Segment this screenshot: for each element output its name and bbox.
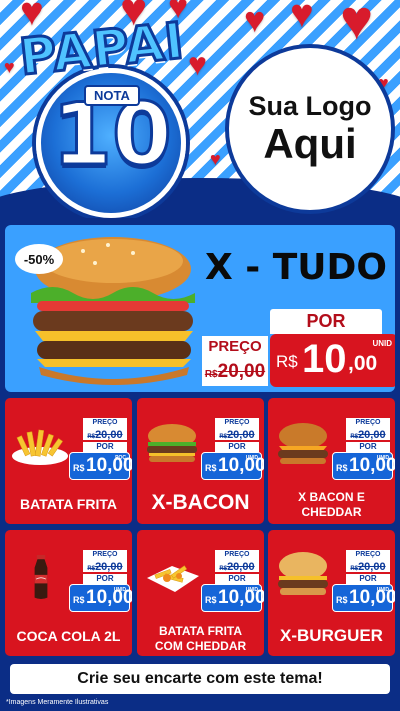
disclaimer: *Imagens Meramente Ilustrativas <box>6 699 109 706</box>
discount-badge: -50% <box>15 244 63 274</box>
new-price: R$ 10,00 POÇ <box>69 452 132 480</box>
old-currency: R$ <box>87 434 96 440</box>
old-price: R$20,00 <box>346 559 390 573</box>
product-name-line1: X BACON E <box>298 490 365 504</box>
old-price: R$20,00 <box>83 427 127 441</box>
heart-icon: ♥ <box>340 0 374 51</box>
price-unit: UNID <box>376 455 389 461</box>
logo-placeholder[interactable]: Sua Logo Aqui <box>225 44 395 214</box>
price-unit: UNID <box>113 587 126 593</box>
por-tag: POR <box>346 574 390 584</box>
currency: R$ <box>73 463 85 473</box>
new-price: R$ 10,00 UNID <box>69 584 132 612</box>
new-price: R$ 10 ,00 UNID <box>270 334 395 387</box>
old-value: 20,00 <box>95 429 123 441</box>
preco-label: PREÇO <box>202 336 268 358</box>
cta-button[interactable]: Crie seu encarte com este tema! <box>10 664 390 694</box>
preco-tag: PREÇO <box>215 550 259 559</box>
new-price: R$ 10,00 UNID <box>201 584 264 612</box>
heart-icon: ♥ <box>244 0 266 40</box>
burger-icon <box>278 423 328 464</box>
por-tag: POR <box>83 442 127 452</box>
product-name: BATATA FRITA <box>20 496 117 512</box>
old-value: 20,00 <box>227 429 255 441</box>
old-value: 20,00 <box>358 429 386 441</box>
currency: R$ <box>205 595 217 605</box>
new-price: R$ 10,00 UNID <box>201 452 264 480</box>
price-unit: UNID <box>245 587 258 593</box>
currency: R$ <box>336 595 348 605</box>
old-currency: R$ <box>204 369 218 380</box>
preco-tag: PREÇO <box>346 550 390 559</box>
heart-icon: ♥ <box>290 0 314 36</box>
currency: R$ <box>336 463 348 473</box>
price-unit: UNID <box>372 339 392 348</box>
currency: R$ <box>205 463 217 473</box>
currency: R$ <box>73 595 85 605</box>
preco-tag: PREÇO <box>346 418 390 427</box>
product-name-line1: BATATA FRITA <box>158 624 243 638</box>
product-name: X-BURGUER <box>280 626 383 645</box>
product-name-line2: COM CHEDDAR <box>154 639 247 653</box>
old-price: R$20,00 <box>83 559 127 573</box>
new-price: R$ 10,00 UNID <box>332 452 395 480</box>
product-card[interactable]: PREÇO R$20,00 POR R$ 10,00 UNID BATATA F… <box>137 530 264 656</box>
price-unit: POÇ <box>115 455 126 461</box>
old-currency: R$ <box>219 434 228 440</box>
product-card[interactable]: PREÇO R$20,00 POR R$ 10,00 UNID X-BACON <box>137 398 264 524</box>
old-price: R$20,00 <box>346 427 390 441</box>
papai-nota-10-badge: PAPAI 10 NOTA <box>6 10 198 218</box>
new-price: R$ 10,00 UNID <box>332 584 395 612</box>
old-currency: R$ <box>350 434 359 440</box>
old-value: 20,00 <box>358 561 386 573</box>
header-banner: ♥ ♥ ♥ ♥ ♥ ♥ ♥ ♥ ♥ ♥ PAPAI 10 NOTA Sua Lo… <box>0 0 400 218</box>
old-value: 20,00 <box>95 561 123 573</box>
fries-icon <box>12 429 68 465</box>
por-tag: POR <box>346 442 390 452</box>
logo-text-line2: Aqui <box>263 120 357 168</box>
product-card[interactable]: PREÇO R$20,00 POR R$ 10,00 UNID X BACON … <box>268 398 395 524</box>
featured-product[interactable]: -50% X - TUDO POR PREÇO R$20,00 R$ 10 ,0… <box>5 225 395 392</box>
price-decimal: ,00 <box>348 352 378 375</box>
old-currency: R$ <box>219 566 228 572</box>
old-price: R$20,00 <box>215 427 259 441</box>
fries-cheddar-icon <box>147 565 199 592</box>
product-card[interactable]: PREÇO R$20,00 POR R$ 10,00 UNID X-BURGUE… <box>268 530 395 656</box>
currency: R$ <box>276 352 298 371</box>
old-currency: R$ <box>87 566 96 572</box>
old-value: 20,00 <box>227 561 255 573</box>
logo-text-line1: Sua Logo <box>248 91 372 122</box>
por-label: POR <box>270 309 382 334</box>
heart-icon: ♥ <box>210 149 221 169</box>
badge-title: PAPAI <box>15 10 188 88</box>
badge-subtitle: NOTA <box>84 85 140 106</box>
old-price: R$20,00 <box>215 559 259 573</box>
old-price: R$20,00 <box>202 358 268 386</box>
product-name-line2: CHEDDAR <box>301 505 362 519</box>
old-value: 20,00 <box>217 361 266 382</box>
burger-icon <box>278 552 328 595</box>
product-name: COCA COLA 2L <box>16 628 121 644</box>
product-card[interactable]: PREÇO R$20,00 POR R$ 10,00 POÇ BATATA FR… <box>5 398 132 524</box>
price-unit: UNID <box>245 455 258 461</box>
preco-tag: PREÇO <box>215 418 259 427</box>
old-currency: R$ <box>350 566 359 572</box>
price-unit: UNID <box>376 587 389 593</box>
por-tag: POR <box>83 574 127 584</box>
product-card[interactable]: PREÇO R$20,00 POR R$ 10,00 UNID COCA COL… <box>5 530 132 656</box>
product-name: X-BACON <box>151 491 250 514</box>
price-integer: 10 <box>302 337 347 381</box>
burger-icon <box>147 424 197 462</box>
preco-tag: PREÇO <box>83 418 127 427</box>
por-tag: POR <box>215 442 259 452</box>
por-tag: POR <box>215 574 259 584</box>
featured-title: X - TUDO <box>204 247 388 288</box>
soda-bottle-icon <box>34 555 48 599</box>
preco-tag: PREÇO <box>83 550 127 559</box>
